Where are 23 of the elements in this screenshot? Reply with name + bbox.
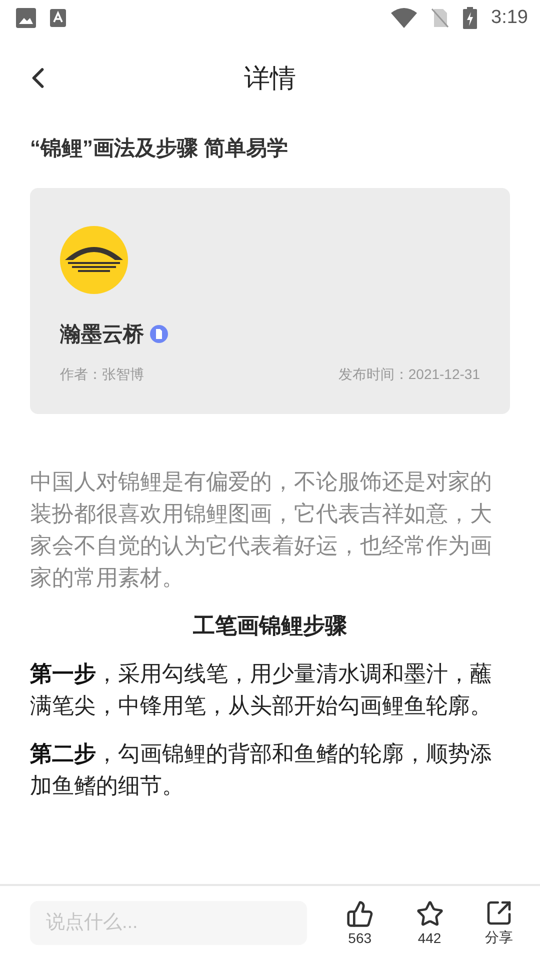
wifi-icon <box>391 8 418 28</box>
like-button[interactable]: 563 <box>343 900 377 946</box>
paragraph: 第一步，采用勾线笔，用少量清水调和墨汁，蘸满笔尖，中锋用笔，从头部开始勾画鲤鱼轮廓。 <box>30 660 493 720</box>
section-heading: 工笔画锦鲤步骤 <box>192 612 348 640</box>
document-badge-icon <box>150 325 168 343</box>
paragraph: 中国人对锦鲤是有偏爱的，不论服饰还是对家的装扮都很喜欢用锦鲤图画，它代表吉祥如意，大家会不自觉的认为它代表着好运，也经常作为画家的常用素材。 <box>30 468 493 592</box>
page-title: 详情 <box>244 62 296 94</box>
favorite-button[interactable]: 442 <box>412 900 446 946</box>
image-icon <box>16 8 36 28</box>
paragraph: 第二步，勾画锦鲤的背部和鱼鳍的轮廓，顺势添加鱼鳍的细节。 <box>30 740 493 800</box>
publish-date: 发布时间：2021-12-31 <box>338 366 480 384</box>
no-sim-icon <box>431 8 450 28</box>
battery-charging-icon <box>463 7 478 29</box>
star-icon <box>416 900 444 928</box>
article-title: “锦鲤”画法及步骤 简单易学 <box>30 136 289 162</box>
author-name: 瀚墨云桥 <box>60 322 144 348</box>
thumbs-up-icon <box>346 900 374 928</box>
avatar-logo <box>60 226 128 294</box>
font-icon <box>50 9 66 27</box>
status-time: 3:19 <box>491 7 528 29</box>
share-button[interactable]: 分享 <box>482 899 516 947</box>
share-icon <box>485 899 514 927</box>
author-label: 作者：张智博 <box>60 366 144 384</box>
